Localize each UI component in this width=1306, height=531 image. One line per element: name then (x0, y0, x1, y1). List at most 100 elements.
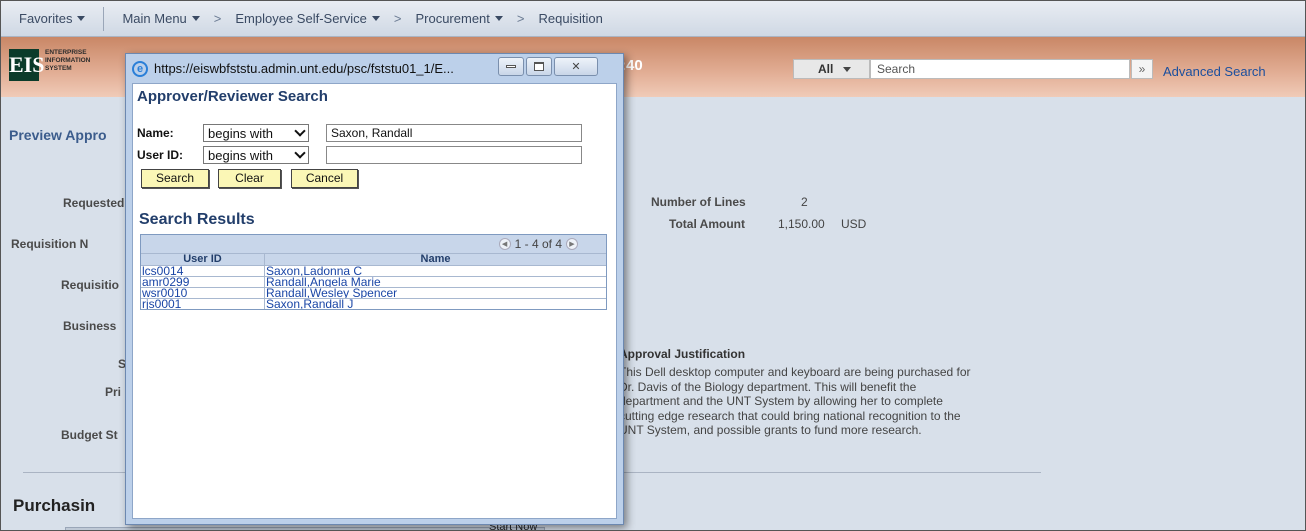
chevron-down-icon (294, 125, 306, 137)
breadcrumb-separator: > (393, 11, 402, 26)
user-id-operator-select[interactable]: begins with (203, 146, 309, 164)
nav-divider (103, 6, 105, 31)
grid-navigation: ◀ 1 - 4 of 4 ▶ (141, 235, 606, 253)
grid-header: User ID Name (141, 253, 606, 265)
breadcrumb-separator: > (516, 11, 525, 26)
header-time: :40 (621, 57, 643, 74)
name-cell: Saxon,Randall J (265, 299, 606, 309)
breadcrumb-employee-self-service[interactable]: Employee Self-Service (225, 11, 390, 26)
eis-logo: EIS (9, 49, 44, 81)
popup-titlebar[interactable]: e https://eiswbfststu.admin.unt.edu/psc/… (126, 54, 623, 83)
user-id-cell: lcs0014 (141, 266, 265, 276)
breadcrumb-label: Requisition (538, 11, 603, 26)
user-id-column-header[interactable]: User ID (141, 254, 265, 265)
total-amount-currency: USD (841, 217, 867, 231)
purchasing-section-title: Purchasin (13, 496, 96, 515)
minimize-button[interactable] (498, 57, 524, 76)
name-cell: Saxon,Ladonna C (265, 266, 606, 276)
table-row: wsr0010 Randall,Wesley Spencer (141, 287, 606, 298)
popup-title: Approver/Reviewer Search (137, 88, 328, 105)
number-of-lines-value: 2 (801, 195, 808, 209)
main-menu-label: Main Menu (122, 11, 187, 26)
popup-url: https://eiswbfststu.admin.unt.edu/psc/fs… (154, 61, 454, 76)
user-id-cell: wsr0010 (141, 288, 265, 298)
user-id-link[interactable]: lcs0014 (142, 266, 183, 276)
requested-label: Requested (63, 196, 125, 210)
search-placeholder: Search (877, 62, 916, 76)
table-row: amr0299 Randall,Angela Marie (141, 276, 606, 287)
approval-justification-text: This Dell desktop computer and keyboard … (619, 365, 971, 437)
total-amount-label: Total Amount (669, 217, 745, 231)
browser-frame: Favorites Main Menu > Employee Self-Serv… (0, 0, 1306, 531)
breadcrumb-requisition[interactable]: Requisition (528, 11, 612, 26)
top-navigation-bar: Favorites Main Menu > Employee Self-Serv… (1, 1, 1305, 37)
advanced-search-link[interactable]: Advanced Search (1163, 64, 1266, 79)
budget-status-label: Budget St (61, 428, 118, 442)
search-results-grid: ◀ 1 - 4 of 4 ▶ User ID Name lcs0014 Saxo… (140, 234, 607, 310)
next-page-icon[interactable]: ▶ (566, 238, 578, 250)
requisition-number-label: Requisition N (11, 237, 89, 251)
name-operator-value: begins with (208, 125, 274, 141)
cancel-button[interactable]: Cancel (291, 169, 358, 188)
chevron-down-icon (191, 16, 200, 21)
internet-explorer-icon: e (132, 60, 148, 77)
breadcrumb-label: Employee Self-Service (235, 11, 367, 26)
user-id-link[interactable]: amr0299 (142, 277, 189, 287)
approval-justification-title: Approval Justification (619, 347, 746, 361)
total-amount-value: 1,150.00 (778, 217, 825, 231)
number-of-lines-label: Number of Lines (651, 195, 746, 209)
close-icon: ✕ (571, 61, 581, 73)
user-id-link[interactable]: wsr0010 (142, 288, 187, 298)
name-input-value: Saxon, Randall (331, 126, 413, 140)
table-row: lcs0014 Saxon,Ladonna C (141, 265, 606, 276)
name-cell: Randall,Wesley Spencer (265, 288, 606, 298)
chevron-down-icon (77, 16, 86, 21)
pagination-text: 1 - 4 of 4 (514, 237, 562, 251)
maximize-button[interactable] (526, 57, 552, 76)
name-input[interactable]: Saxon, Randall (326, 124, 582, 142)
search-go-button[interactable]: » (1131, 59, 1153, 79)
name-link[interactable]: Randall,Wesley Spencer (266, 288, 397, 298)
name-label: Name: (137, 126, 174, 140)
table-row: rjs0001 Saxon,Randall J (141, 298, 606, 309)
chevron-down-icon (294, 147, 306, 159)
search-button[interactable]: Search (141, 169, 209, 188)
user-id-operator-value: begins with (208, 147, 274, 163)
close-button[interactable]: ✕ (554, 57, 598, 76)
clear-button[interactable]: Clear (218, 169, 281, 188)
user-id-input[interactable] (326, 146, 582, 164)
requisition-label: Requisitio (61, 278, 120, 292)
approver-search-popup: e https://eiswbfststu.admin.unt.edu/psc/… (125, 53, 624, 525)
page-title: Preview Appro (9, 127, 107, 143)
breadcrumb-separator: > (213, 11, 222, 26)
priority-label: Pri (105, 385, 122, 399)
logo-line: INFORMATION (45, 57, 91, 64)
name-link[interactable]: Randall,Angela Marie (266, 277, 381, 287)
name-operator-select[interactable]: begins with (203, 124, 309, 142)
popup-content: Approver/Reviewer Search Name: begins wi… (132, 83, 617, 519)
search-input[interactable]: Search (870, 59, 1130, 79)
name-link[interactable]: Saxon,Ladonna C (266, 266, 362, 276)
user-id-link[interactable]: rjs0001 (142, 299, 181, 309)
previous-page-icon[interactable]: ◀ (498, 238, 511, 250)
business-label: Business (63, 319, 117, 333)
name-cell: Randall,Angela Marie (265, 277, 606, 287)
user-id-label: User ID: (137, 148, 184, 162)
favorites-menu[interactable]: Favorites (9, 11, 95, 26)
logo-line: ENTERPRISE (45, 49, 87, 56)
name-column-header[interactable]: Name (265, 254, 606, 265)
chevron-down-icon (494, 16, 503, 21)
breadcrumb-procurement[interactable]: Procurement (405, 11, 512, 26)
chevron-down-icon (371, 16, 380, 21)
maximize-icon (534, 62, 544, 71)
breadcrumb-label: Procurement (415, 11, 490, 26)
minimize-icon (506, 65, 516, 68)
chevron-down-icon (843, 66, 852, 72)
main-menu[interactable]: Main Menu (112, 11, 209, 26)
favorites-label: Favorites (19, 11, 73, 26)
search-scope-select[interactable]: All (793, 59, 870, 79)
purchasing-tabbar (65, 527, 545, 530)
name-link[interactable]: Saxon,Randall J (266, 299, 353, 309)
user-id-cell: amr0299 (141, 277, 265, 287)
search-scope-value: All (818, 62, 834, 76)
